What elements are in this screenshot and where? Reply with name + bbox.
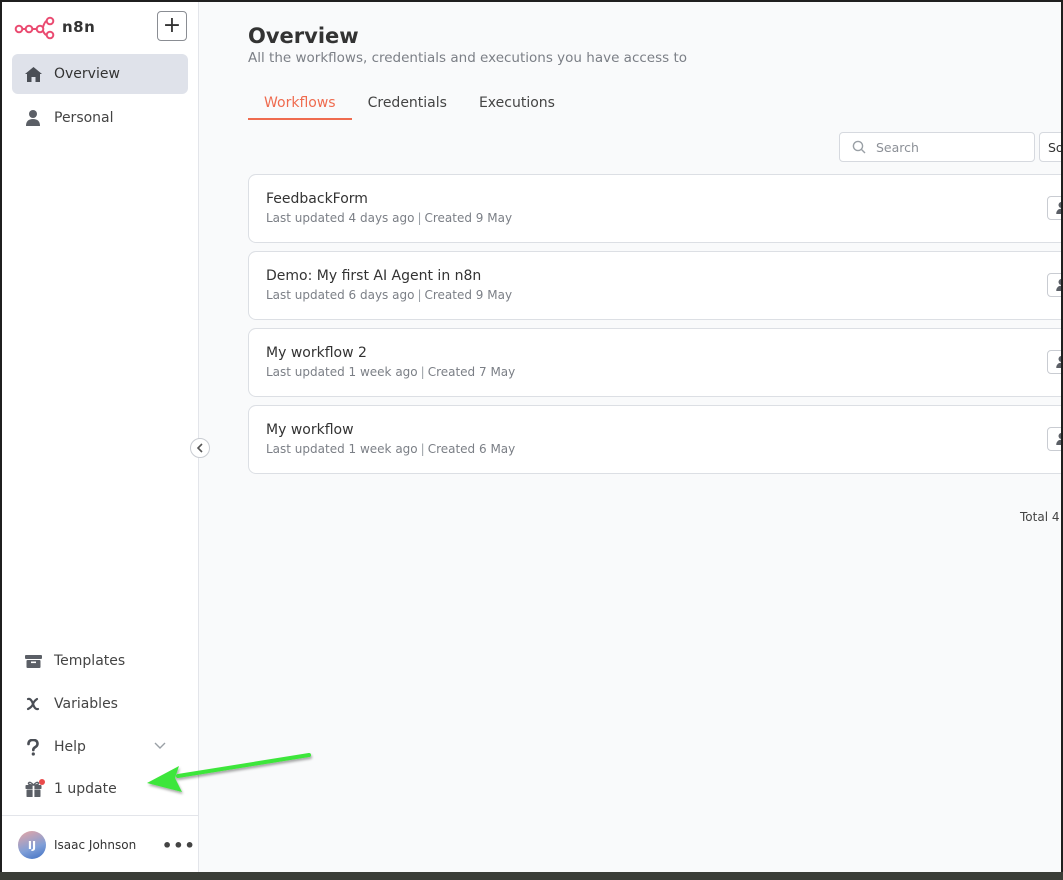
user-icon — [1056, 279, 1061, 291]
update-badge-dot — [39, 779, 45, 785]
user-icon — [1056, 202, 1061, 214]
workflow-card[interactable]: My workflow Last updated 1 week ago | Crea… — [248, 405, 1061, 474]
user-icon — [24, 109, 42, 127]
add-button[interactable]: + — [157, 11, 187, 41]
chevron-down-icon[interactable] — [154, 740, 166, 750]
collapse-sidebar-button[interactable] — [190, 438, 210, 458]
workflow-created: Created 6 May — [427, 442, 516, 456]
workflow-card[interactable]: Demo: My first AI Agent in n8n Last upda… — [248, 251, 1061, 320]
search-input[interactable] — [876, 139, 1016, 155]
user-menu-button[interactable]: ••• — [162, 836, 196, 855]
user-name: Isaac Johnson — [54, 838, 137, 852]
sidebar-item-label: Templates — [54, 653, 126, 669]
workflow-created: Created 7 May — [427, 365, 516, 379]
sidebar-item-label: Overview — [54, 66, 120, 82]
tab-workflows[interactable]: Workflows — [248, 90, 352, 120]
home-icon — [24, 65, 42, 83]
sidebar-item-label: Help — [54, 739, 86, 755]
workflow-meta: Last updated 6 days ago | Created 9 May — [266, 288, 512, 302]
workflow-name: My workflow — [266, 422, 354, 438]
workflow-meta: Last updated 4 days ago | Created 9 May — [266, 211, 512, 225]
search-icon — [852, 140, 866, 154]
meta-separator: | — [420, 365, 425, 379]
user-icon — [1056, 356, 1061, 368]
workflow-created: Created 9 May — [424, 288, 513, 302]
workflow-name: FeedbackForm — [266, 191, 368, 207]
search-box[interactable] — [839, 132, 1035, 162]
sidebar-item-label: Variables — [54, 696, 118, 712]
owner-badge[interactable] — [1047, 273, 1061, 297]
page-subtitle: All the workflows, credentials and execu… — [248, 50, 688, 66]
tab-credentials[interactable]: Credentials — [352, 90, 463, 120]
total-count: Total 4 — [1020, 510, 1060, 524]
chevron-left-icon — [196, 443, 203, 453]
sidebar-divider — [2, 815, 199, 816]
owner-badge[interactable] — [1047, 427, 1061, 451]
sidebar-item-label: Personal — [54, 110, 114, 126]
sort-select[interactable]: So — [1039, 132, 1061, 162]
workflow-updated: Last updated 6 days ago — [266, 288, 415, 302]
logo-text: n8n — [62, 18, 96, 36]
workflow-meta: Last updated 1 week ago | Created 6 May — [266, 442, 515, 456]
variable-icon — [24, 695, 42, 713]
annotation-arrow-icon — [147, 753, 311, 792]
user-icon — [1056, 433, 1061, 445]
sidebar-item-variables[interactable]: Variables — [12, 684, 188, 724]
workflow-card[interactable]: FeedbackForm Last updated 4 days ago | Cre… — [248, 174, 1061, 243]
background-strip — [0, 872, 1063, 880]
workflow-updated: Last updated 1 week ago — [266, 442, 418, 456]
question-icon — [24, 738, 42, 756]
app-window: n8n + Overview Personal Templates Variab… — [0, 0, 1063, 874]
meta-separator: | — [420, 442, 425, 456]
owner-badge[interactable] — [1047, 196, 1061, 220]
owner-badge[interactable] — [1047, 350, 1061, 374]
workflow-name: Demo: My first AI Agent in n8n — [266, 268, 482, 284]
page-title: Overview — [248, 24, 359, 48]
sidebar: n8n + Overview Personal Templates Variab… — [2, 2, 210, 872]
workflow-name: My workflow 2 — [266, 345, 367, 361]
n8n-logo-icon — [14, 16, 55, 40]
workflow-updated: Last updated 1 week ago — [266, 365, 418, 379]
meta-separator: | — [417, 288, 422, 302]
tab-executions[interactable]: Executions — [463, 90, 571, 120]
sidebar-item-personal[interactable]: Personal — [12, 98, 188, 138]
workflow-created: Created 9 May — [424, 211, 513, 225]
logo[interactable]: n8n — [14, 14, 95, 40]
box-icon — [24, 652, 42, 670]
sidebar-item-label: 1 update — [54, 781, 117, 797]
sidebar-item-overview[interactable]: Overview — [12, 54, 188, 94]
tabs: Workflows Credentials Executions — [248, 90, 571, 120]
user-profile[interactable]: IJ Isaac Johnson — [18, 831, 136, 859]
meta-separator: | — [417, 211, 422, 225]
avatar: IJ — [18, 831, 46, 859]
workflow-meta: Last updated 1 week ago | Created 7 May — [266, 365, 515, 379]
sidebar-item-templates[interactable]: Templates — [12, 641, 188, 681]
workflow-card[interactable]: My workflow 2 Last updated 1 week ago | Cr… — [248, 328, 1061, 397]
workflow-updated: Last updated 4 days ago — [266, 211, 415, 225]
